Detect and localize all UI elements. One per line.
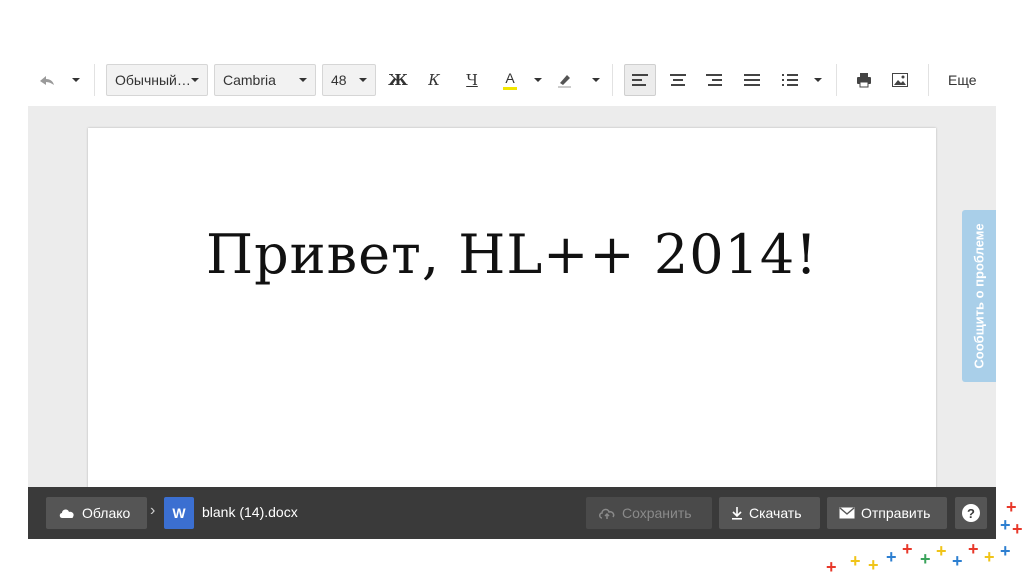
- bold-button[interactable]: Ж: [386, 64, 410, 96]
- italic-button[interactable]: К: [422, 64, 446, 96]
- align-justify-icon[interactable]: [740, 64, 764, 96]
- chevron-down-icon: [299, 78, 307, 82]
- cloud-button[interactable]: Облако: [46, 497, 147, 529]
- chevron-down-icon: [191, 78, 199, 82]
- font-color-label: А: [505, 69, 515, 86]
- list-dropdown-icon[interactable]: [810, 64, 822, 96]
- send-button-label: Отправить: [861, 505, 931, 521]
- file-name: blank (14).docx: [202, 504, 298, 520]
- feedback-tab[interactable]: Сообщить о проблеме: [962, 210, 996, 382]
- breadcrumb-chevron-icon: ›: [150, 502, 156, 519]
- undo-dropdown-icon[interactable]: [66, 64, 80, 96]
- font-color-dropdown-icon[interactable]: [530, 64, 542, 96]
- font-color-button[interactable]: А: [498, 64, 522, 96]
- align-center-icon[interactable]: [666, 64, 690, 96]
- underline-button[interactable]: Ч: [460, 64, 484, 96]
- cloud-icon: [59, 509, 74, 518]
- highlight-icon[interactable]: [556, 64, 578, 96]
- size-select-value: 48: [331, 72, 347, 88]
- save-button-label: Сохранить: [622, 505, 692, 521]
- style-select-value: Обычный…: [115, 72, 191, 88]
- cloud-upload-icon: [599, 508, 615, 519]
- font-select-value: Cambria: [223, 72, 276, 88]
- document-text[interactable]: Привет, HL++ 2014!: [88, 223, 936, 286]
- word-document-icon: W: [164, 497, 194, 529]
- feedback-tab-label: Сообщить о проблеме: [971, 223, 987, 369]
- help-button[interactable]: ?: [955, 497, 987, 529]
- formatting-toolbar: Обычный… Cambria 48 Ж К Ч А Еще: [0, 56, 1024, 106]
- highlight-dropdown-icon[interactable]: [588, 64, 600, 96]
- help-icon: ?: [962, 504, 980, 522]
- bottom-bar: Облако › W blank (14).docx Сохранить Ска…: [28, 487, 996, 539]
- align-left-icon[interactable]: [624, 64, 656, 96]
- font-color-swatch: [503, 86, 517, 90]
- style-select[interactable]: Обычный…: [106, 64, 208, 96]
- undo-icon[interactable]: [38, 64, 60, 96]
- download-button-label: Скачать: [749, 505, 802, 521]
- chevron-down-icon: [359, 78, 367, 82]
- document-page[interactable]: Привет, HL++ 2014!: [88, 128, 936, 488]
- more-button[interactable]: Еще: [948, 64, 977, 96]
- image-icon[interactable]: [888, 64, 912, 96]
- save-button[interactable]: Сохранить: [586, 497, 712, 529]
- print-icon[interactable]: [852, 64, 876, 96]
- download-button[interactable]: Скачать: [719, 497, 820, 529]
- send-button[interactable]: Отправить: [827, 497, 947, 529]
- download-icon: [732, 507, 742, 520]
- bulleted-list-icon[interactable]: [778, 64, 802, 96]
- mail-icon: [839, 507, 855, 519]
- font-select[interactable]: Cambria: [214, 64, 316, 96]
- align-right-icon[interactable]: [702, 64, 726, 96]
- cloud-button-label: Облако: [82, 505, 131, 521]
- size-select[interactable]: 48: [322, 64, 376, 96]
